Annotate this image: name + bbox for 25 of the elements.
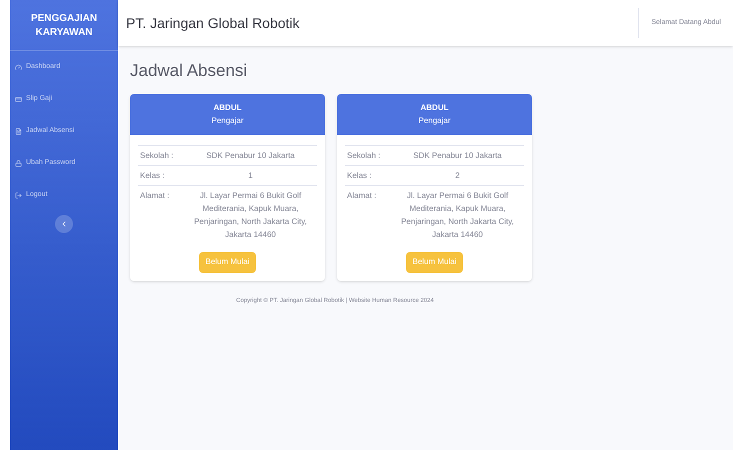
card-icon bbox=[15, 96, 22, 102]
field-value: Jl. Layar Permai 6 Bukit Golf Mediterania, Kapuk Muara, Penjaringan, North Jakarta City, Jakarta 14460 bbox=[193, 190, 308, 240]
teacher-role: Pengajar bbox=[418, 114, 451, 126]
teacher-name: ABDUL bbox=[214, 102, 242, 114]
field-value: SDK Penabur 10 Jakarta bbox=[412, 150, 503, 162]
logout-icon bbox=[15, 192, 22, 198]
field-label: Alamat : bbox=[346, 190, 378, 202]
dashboard-icon bbox=[15, 64, 22, 70]
field-label: Sekolah : bbox=[139, 150, 174, 162]
field-value: SDK Penabur 10 Jakarta bbox=[205, 150, 296, 162]
page-title: Jadwal Absensi bbox=[130, 60, 248, 82]
field-value: 1 bbox=[247, 170, 254, 182]
document-icon bbox=[15, 128, 22, 134]
field-value: Jl. Layar Permai 6 Bukit Golf Mediterania, Kapuk Muara, Penjaringan, North Jakarta City, Jakarta 14460 bbox=[400, 190, 515, 240]
field-label: Kelas : bbox=[346, 170, 372, 182]
company-title: PT. Jaringan Global Robotik bbox=[126, 14, 300, 33]
field-label: Sekolah : bbox=[346, 150, 382, 162]
field-value: 2 bbox=[454, 170, 461, 182]
teacher-name: ABDUL bbox=[420, 102, 448, 114]
teacher-role: Pengajar bbox=[211, 114, 244, 126]
field-label: Alamat : bbox=[139, 190, 170, 202]
chevron-left-icon bbox=[60, 220, 68, 228]
field-label: Kelas : bbox=[139, 170, 166, 182]
collapse-button[interactable] bbox=[55, 215, 73, 233]
lock-icon bbox=[15, 160, 22, 166]
